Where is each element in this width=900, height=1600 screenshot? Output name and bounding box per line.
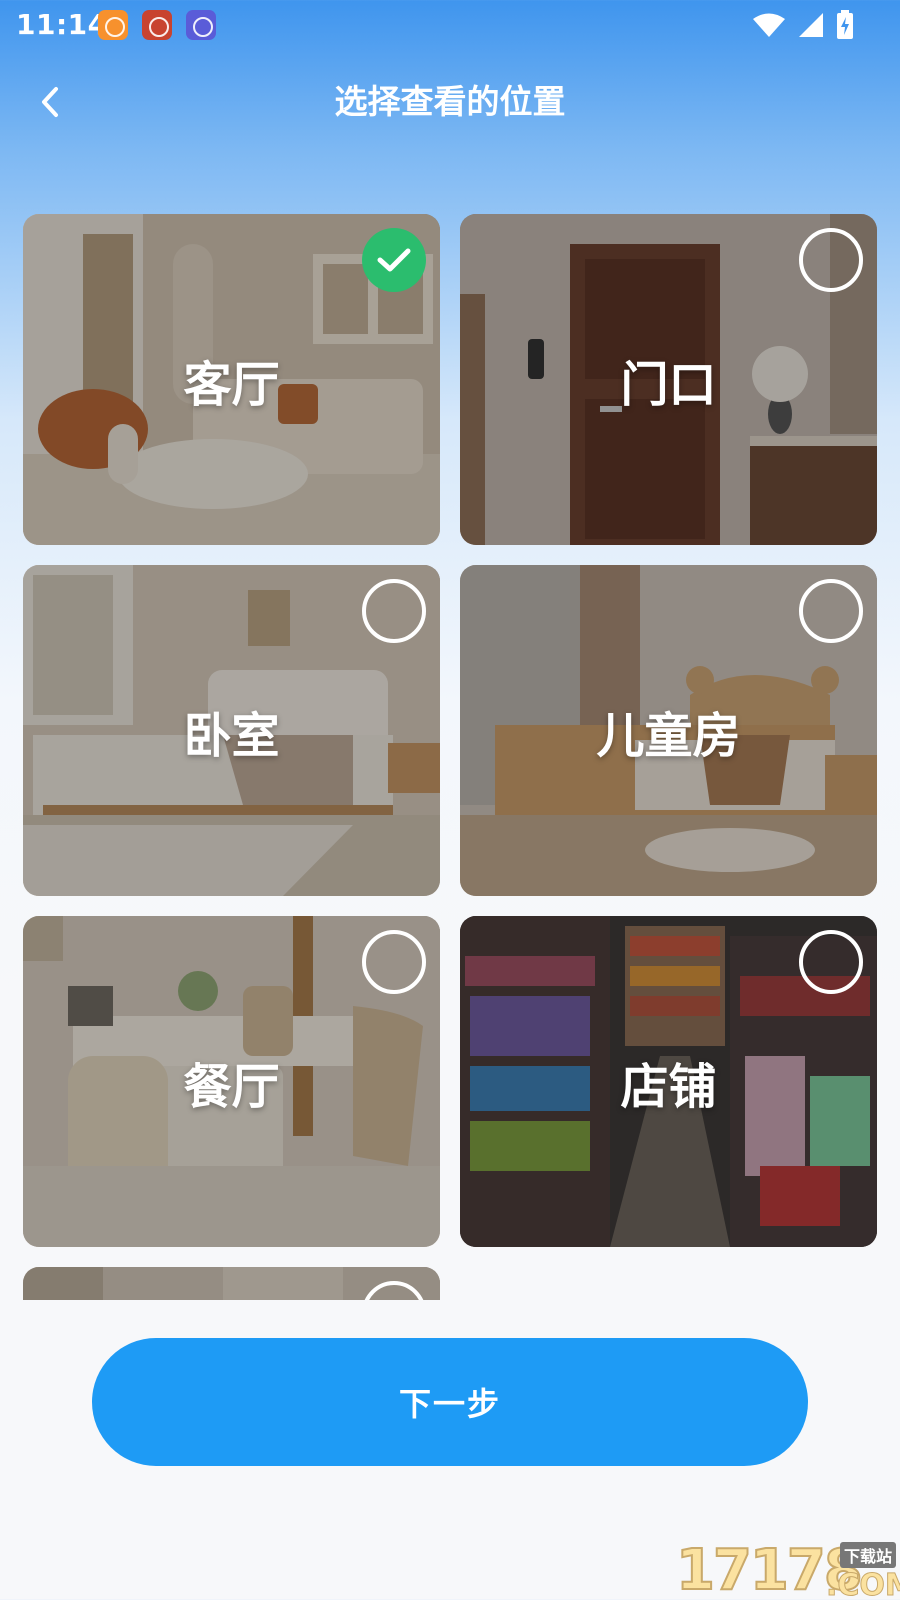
battery-icon — [837, 10, 853, 39]
location-grid: 客厅 门口 卧室 儿童房 餐厅 店铺 — [0, 214, 900, 1300]
location-card-partial[interactable] — [23, 1267, 440, 1300]
next-step-button[interactable]: 下一步 — [92, 1338, 808, 1466]
notification-app-icon — [98, 10, 128, 40]
watermark-tag: 下载站 — [840, 1542, 897, 1568]
select-radio[interactable] — [799, 930, 863, 994]
selected-check[interactable] — [362, 228, 426, 292]
location-card-entrance[interactable]: 门口 — [460, 214, 877, 545]
location-card-shop[interactable]: 店铺 — [460, 916, 877, 1247]
wifi-icon — [753, 13, 785, 37]
location-card-kids-room[interactable]: 儿童房 — [460, 565, 877, 896]
watermark-domain: .COM — [826, 1568, 900, 1600]
select-radio[interactable] — [362, 579, 426, 643]
select-radio[interactable] — [799, 579, 863, 643]
check-icon — [377, 248, 411, 272]
notification-app-icon — [186, 10, 216, 40]
watermark-logo: 17178 下载站 .COM — [675, 1537, 900, 1600]
select-radio[interactable] — [362, 930, 426, 994]
select-radio[interactable] — [799, 228, 863, 292]
location-card-bedroom[interactable]: 卧室 — [23, 565, 440, 896]
page-title: 选择查看的位置 — [334, 82, 566, 121]
status-time: 11:14 — [16, 8, 108, 41]
status-bar: 11:14 — [0, 0, 900, 50]
notification-app-icon — [142, 10, 172, 40]
location-card-living-room[interactable]: 客厅 — [23, 214, 440, 545]
signal-icon — [799, 13, 823, 37]
location-card-dining-room[interactable]: 餐厅 — [23, 916, 440, 1247]
